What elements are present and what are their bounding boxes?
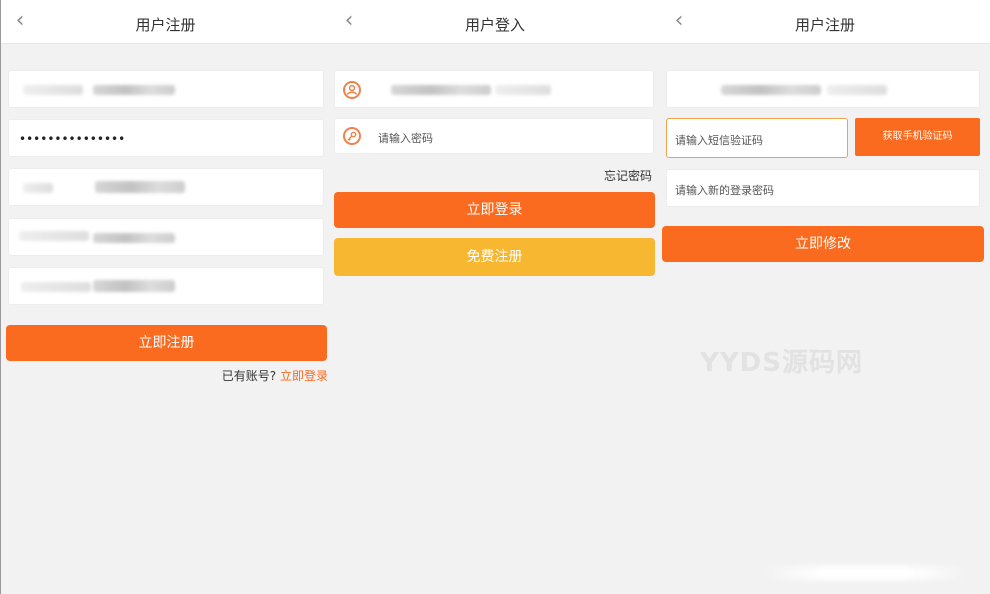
submit-change-button[interactable]: 立即修改 <box>662 226 984 262</box>
page-title: 用户注册 <box>794 16 855 34</box>
password-placeholder: 请输入密码 <box>378 132 433 145</box>
blurred-text <box>93 280 175 292</box>
blurred-text <box>93 233 175 243</box>
register-panel: ‹ 用户注册 ••••••••••••••• 立即注册 已有账号? 立即登录 <box>0 0 330 594</box>
watermark: YYDS源码网 <box>700 348 863 378</box>
blurred-text <box>23 85 83 95</box>
phone-field[interactable] <box>8 168 324 206</box>
login-link[interactable]: 立即登录 <box>280 369 328 383</box>
header-bar: ‹ 用户登入 <box>330 0 660 44</box>
username-field[interactable] <box>8 70 324 108</box>
free-register-button[interactable]: 免费注册 <box>334 238 655 276</box>
key-icon <box>343 127 361 145</box>
reset-panel: ‹ 用户注册 请输入短信验证码 获取手机验证码 请输入新的登录密码 立即修改 <box>660 0 990 594</box>
phone-field[interactable] <box>666 70 980 108</box>
blurred-text <box>93 85 175 95</box>
new-password-input[interactable]: 请输入新的登录密码 <box>666 169 980 207</box>
login-prompt: 已有账号? 立即登录 <box>222 367 328 384</box>
password-field[interactable]: 请输入密码 <box>334 118 654 154</box>
username-field[interactable] <box>334 70 654 108</box>
blurred-text <box>19 231 89 241</box>
blurred-text <box>495 85 551 95</box>
blurred-text <box>391 85 491 95</box>
sms-code-placeholder: 请输入短信验证码 <box>675 134 763 147</box>
blurred-text <box>21 282 91 292</box>
blurred-text <box>721 85 821 95</box>
have-account-text: 已有账号? <box>221 369 277 383</box>
header-bar: ‹ 用户注册 <box>660 0 990 44</box>
forgot-password-link[interactable]: 忘记密码 <box>604 167 652 184</box>
blurred-text <box>23 183 53 193</box>
get-code-button[interactable]: 获取手机验证码 <box>855 118 980 156</box>
user-icon <box>343 81 361 99</box>
new-password-placeholder: 请输入新的登录密码 <box>675 184 774 197</box>
login-button[interactable]: 立即登录 <box>334 192 655 228</box>
register-button[interactable]: 立即注册 <box>6 325 327 361</box>
blurred-text <box>95 181 185 193</box>
login-panel: ‹ 用户登入 请输入密码 忘记密码 立即登录 免费注册 <box>330 0 660 594</box>
code-field[interactable] <box>8 218 324 256</box>
password-field[interactable]: ••••••••••••••• <box>8 119 324 157</box>
confirm-field[interactable] <box>8 267 324 305</box>
page-title: 用户注册 <box>135 16 196 34</box>
blurred-text <box>827 85 887 95</box>
page-title: 用户登入 <box>464 16 525 34</box>
password-mask: ••••••••••••••• <box>19 132 126 146</box>
sms-code-input[interactable]: 请输入短信验证码 <box>666 118 848 158</box>
edge-artifact <box>760 566 970 580</box>
header-bar: ‹ 用户注册 <box>1 0 330 44</box>
